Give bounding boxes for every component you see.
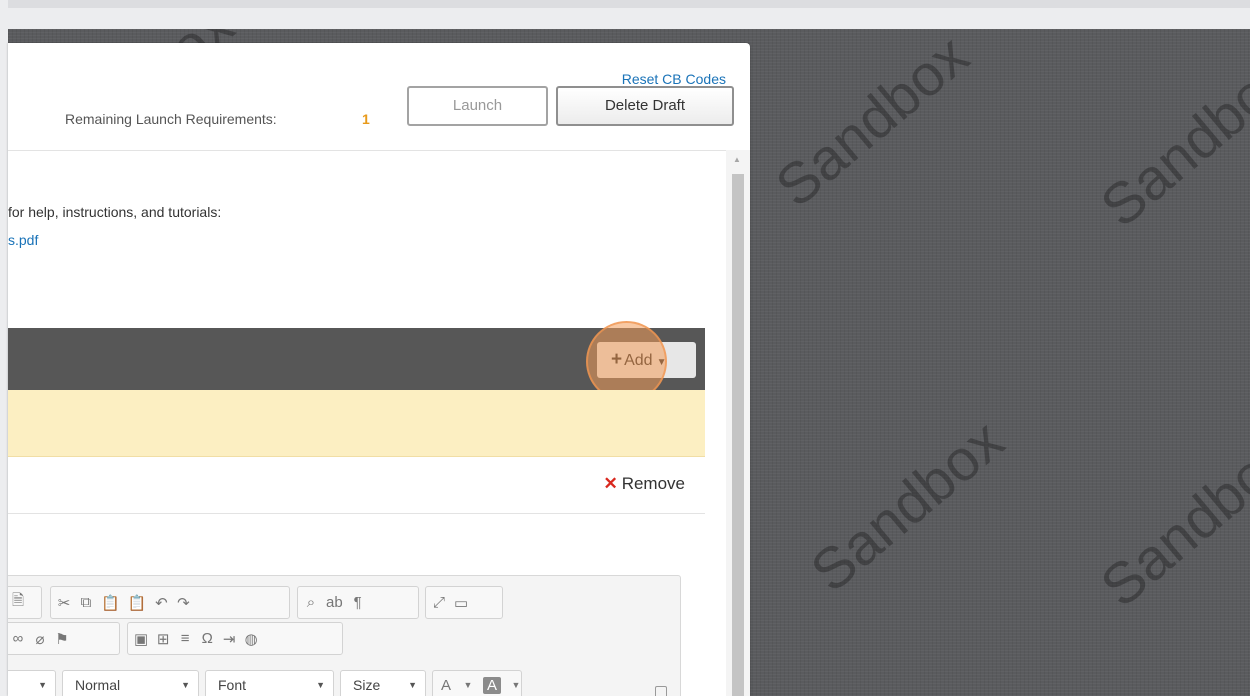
size-select-value: Size [353, 677, 381, 693]
toolbar-group-links: ∞ ⌀ ⚑ [8, 622, 120, 655]
redo-icon[interactable]: ↷ [176, 594, 190, 612]
templates-icon[interactable]: 🗎 [11, 590, 25, 615]
maximize-icon[interactable]: ⤢ [432, 594, 446, 611]
scrollbar-thumb[interactable] [732, 174, 744, 696]
browser-top-bar [0, 0, 1250, 29]
paste-text-icon[interactable]: 📋 [128, 594, 147, 612]
font-select[interactable]: Font ▼ [205, 670, 334, 696]
remove-x-icon: ✕ [603, 474, 618, 493]
toolbar-group-view: ⤢ ▭ [425, 586, 503, 619]
spellcheck-icon[interactable]: ¶ [351, 594, 365, 611]
toolbar-group-document: 🗎 [8, 586, 42, 619]
replace-icon[interactable]: ab [326, 594, 343, 611]
panel-content: for help, instructions, and tutorials: s… [8, 150, 726, 696]
remove-button[interactable]: ✕ Remove [603, 474, 685, 494]
top-strip [8, 0, 1250, 8]
background-color-icon[interactable]: A [483, 676, 501, 694]
toolbar-group-colors: A ▼ A ▼ [432, 670, 522, 696]
chevron-down-icon: ▼ [181, 680, 190, 690]
remove-row: ✕ Remove [8, 456, 705, 514]
notice-bar [8, 390, 705, 457]
rich-text-editor-toolbar: 🗎 ✂ ⧉ 📋 📋 ↶ ↷ ⌕ ab ¶ ⤢ ▭ ∞ ⌀ ⚑ ▣ ⊞ ≡ Ω ⇥… [8, 575, 681, 696]
help-text: for help, instructions, and tutorials: [8, 204, 222, 220]
format-select[interactable]: Normal ▼ [62, 670, 199, 696]
copy-icon[interactable]: ⧉ [79, 594, 93, 611]
caret-down-icon: ▼ [656, 357, 667, 368]
delete-draft-button[interactable]: Delete Draft [556, 86, 734, 126]
collapse-toolbar-icon[interactable] [655, 686, 667, 696]
table-icon[interactable]: ⊞ [156, 630, 170, 648]
remove-label: Remove [621, 474, 685, 493]
draft-panel: Reset CB Codes Remaining Launch Requirem… [8, 43, 750, 696]
watermark: Sandbox [1088, 422, 1250, 620]
chevron-down-icon: ▼ [38, 680, 47, 690]
panel-header: Reset CB Codes Remaining Launch Requirem… [8, 43, 750, 151]
link-icon[interactable]: ∞ [11, 630, 25, 647]
special-char-icon[interactable]: Ω [200, 630, 214, 647]
chevron-down-icon: ▼ [511, 680, 521, 690]
help-pdf-link[interactable]: s.pdf [8, 232, 38, 248]
unlink-icon[interactable]: ⌀ [33, 630, 47, 648]
horizontal-line-icon[interactable]: ≡ [178, 630, 192, 647]
plus-icon: + [611, 349, 623, 370]
image-icon[interactable]: ▣ [134, 630, 148, 648]
vertical-scrollbar[interactable]: ▲ [726, 150, 750, 696]
iframe-globe-icon[interactable]: ◍ [244, 630, 258, 648]
undo-icon[interactable]: ↶ [154, 594, 168, 612]
toolbar-group-insert: ▣ ⊞ ≡ Ω ⇥ ◍ [127, 622, 343, 655]
scroll-up-arrow-icon[interactable]: ▲ [733, 155, 741, 164]
watermark: Sandbox [763, 29, 981, 220]
toolbar-group-clipboard: ✂ ⧉ 📋 📋 ↶ ↷ [50, 586, 290, 619]
watermark: Sandbox [1088, 42, 1250, 240]
cut-icon[interactable]: ✂ [57, 594, 71, 612]
font-select-value: Font [218, 677, 247, 693]
chevron-down-icon: ▼ [316, 680, 325, 690]
format-select-value: Normal [75, 677, 121, 693]
find-icon[interactable]: ⌕ [304, 594, 318, 611]
chevron-down-icon: ▼ [408, 680, 417, 690]
watermark: Sandbox [798, 407, 1016, 605]
remaining-requirements-label: Remaining Launch Requirements: [65, 111, 277, 127]
text-color-icon[interactable]: A [439, 677, 453, 694]
paste-icon[interactable]: 📋 [101, 594, 120, 612]
toolbar-group-find: ⌕ ab ¶ [297, 586, 419, 619]
add-button-label: Add [624, 352, 653, 369]
styles-select[interactable]: ▼ [8, 670, 56, 696]
reset-cb-codes-link[interactable]: Reset CB Codes [622, 71, 726, 87]
source-icon[interactable]: ▭ [454, 594, 468, 612]
launch-button[interactable]: Launch [407, 86, 548, 126]
remaining-requirements-count: 1 [362, 111, 370, 127]
anchor-flag-icon[interactable]: ⚑ [55, 630, 69, 648]
size-select[interactable]: Size ▼ [340, 670, 426, 696]
page-break-icon[interactable]: ⇥ [222, 630, 236, 648]
add-button[interactable]: + Add ▼ [597, 342, 696, 378]
chevron-down-icon: ▼ [463, 680, 473, 690]
